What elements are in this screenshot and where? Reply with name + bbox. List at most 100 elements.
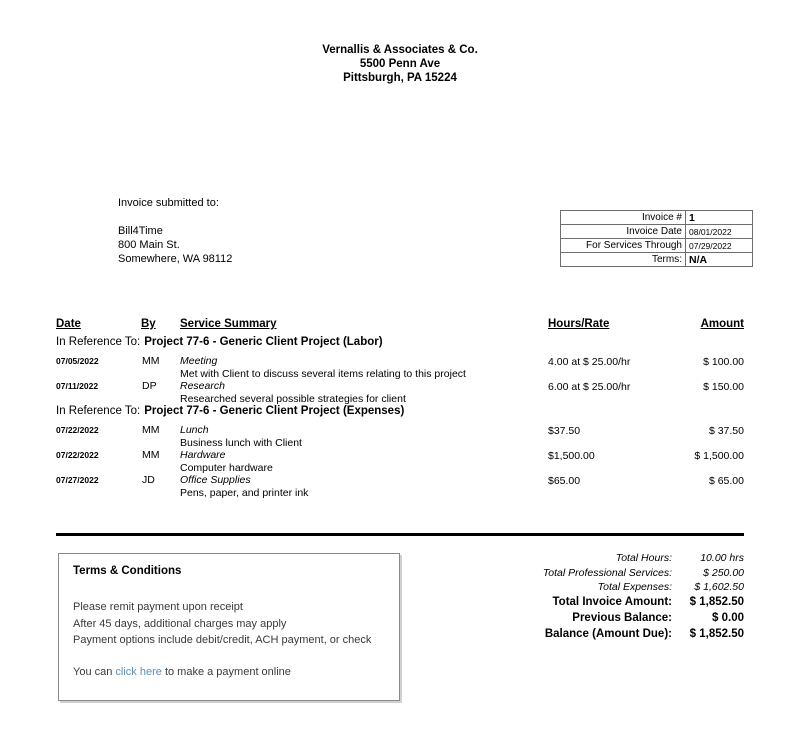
line-item-title: Office Supplies — [180, 474, 251, 486]
click-here-link[interactable]: click here — [115, 666, 161, 678]
line-item-title: Meeting — [180, 355, 218, 367]
column-header-service-summary: Service Summary — [180, 318, 277, 330]
line-item-date: 07/27/2022 — [56, 475, 99, 485]
company-address: 5500 Penn Ave — [359, 58, 441, 70]
total-row-balance-due: Balance (Amount Due): $ 1,852.50 — [543, 628, 744, 644]
previous-balance-value: $ 0.00 — [712, 611, 744, 624]
reference-label: In Reference To: — [56, 336, 141, 348]
bill-to-name: Bill4Time — [118, 225, 163, 237]
line-item-by: DP — [142, 380, 157, 392]
terms-line: Please remit payment upon receipt — [73, 601, 243, 613]
line-item-title: Hardware — [180, 449, 226, 461]
bill-to-city-state-zip: Somewhere, WA 98112 — [118, 253, 233, 265]
section-reference-labor: In Reference To: Project 77-6 - Generic C… — [56, 336, 744, 355]
previous-balance-label: Previous Balance: — [572, 611, 672, 624]
terms-title: Terms & Conditions — [73, 565, 182, 577]
line-item-date: 07/05/2022 — [56, 356, 99, 366]
line-item-row: 07/11/2022 DP Research Researched severa… — [56, 380, 744, 405]
services-through-value: 07/29/2022 — [685, 238, 753, 253]
line-item-description: Researched several possible strategies f… — [180, 393, 406, 405]
line-item-date: 07/22/2022 — [56, 425, 99, 435]
total-professional-services-label: Total Professional Services: — [542, 566, 672, 579]
project-name-expenses: Project 77-6 - Generic Client Project (E… — [144, 405, 405, 417]
line-item-title: Lunch — [180, 424, 209, 436]
invoice-meta-row-terms: Terms: N/A — [560, 252, 753, 267]
bill-to-block: Invoice submitted to: Bill4Time 800 Main… — [118, 196, 232, 266]
total-row-expenses: Total Expenses: $ 1,602.50 — [543, 581, 744, 596]
total-expenses-label: Total Expenses: — [597, 581, 672, 593]
invoice-number-value: 1 — [685, 210, 753, 225]
line-item-amount: $ 150.00 — [703, 381, 744, 393]
line-item-amount: $ 100.00 — [703, 356, 744, 368]
section-divider — [56, 533, 744, 536]
line-item-by: MM — [142, 449, 160, 461]
invoice-meta-table: Invoice # 1 Invoice Date 08/01/2022 For … — [560, 210, 753, 267]
invoice-document: Vernallis & Associates & Co. 5500 Penn A… — [0, 0, 800, 753]
line-item-row: 07/27/2022 JD Office Supplies Pens, pape… — [56, 474, 744, 499]
payment-suffix-text: to make a payment online — [161, 665, 291, 678]
total-hours-value: 10.00 hrs — [700, 552, 744, 564]
column-headers: Date By Service Summary Hours/Rate Amoun… — [56, 318, 744, 336]
balance-due-value: $ 1,852.50 — [689, 627, 744, 640]
section-reference-expenses: In Reference To: Project 77-6 - Generic C… — [56, 405, 744, 424]
project-name-labor: Project 77-6 - Generic Client Project (L… — [144, 336, 383, 348]
services-through-label: For Services Through — [560, 238, 686, 253]
total-expenses-value: $ 1,602.50 — [694, 581, 744, 593]
terms-line: After 45 days, additional charges may ap… — [73, 617, 287, 630]
column-header-amount: Amount — [700, 318, 744, 330]
payment-prefix-text: You can — [73, 665, 116, 678]
company-city-state-zip: Pittsburgh, PA 15224 — [343, 72, 457, 84]
terms-value: N/A — [685, 252, 753, 267]
column-header-date: Date — [56, 318, 81, 330]
total-professional-services-value: $ 250.00 — [703, 566, 744, 579]
total-row-previous-balance: Previous Balance: $ 0.00 — [543, 612, 744, 628]
total-hours-label: Total Hours: — [615, 552, 672, 564]
line-item-date: 07/11/2022 — [56, 381, 99, 391]
invoice-meta-row-services-through: For Services Through 07/29/2022 — [560, 238, 753, 253]
line-item-description: Computer hardware — [180, 462, 273, 474]
line-item-amount: $ 37.50 — [708, 425, 744, 437]
line-item-date: 07/22/2022 — [56, 450, 99, 460]
column-header-by: By — [141, 318, 156, 330]
line-item-hours-rate: $37.50 — [548, 425, 581, 437]
terms-and-conditions-box: Terms & Conditions Please remit payment … — [58, 553, 400, 701]
total-row-professional-services: Total Professional Services: $ 250.00 — [543, 567, 744, 582]
line-item-title: Research — [180, 380, 225, 392]
line-item-row: 07/22/2022 MM Hardware Computer hardware… — [56, 449, 744, 474]
total-row-invoice-amount: Total Invoice Amount: $ 1,852.50 — [543, 596, 744, 612]
invoice-meta-row-number: Invoice # 1 — [560, 210, 753, 225]
line-item-amount: $ 1,500.00 — [694, 450, 744, 462]
invoice-meta-row-date: Invoice Date 08/01/2022 — [560, 224, 753, 239]
online-payment-line: You can click here to make a payment onl… — [73, 666, 385, 678]
terms-line: Payment options include debit/credit, AC… — [73, 634, 372, 646]
line-item-hours-rate: $1,500.00 — [548, 450, 595, 462]
total-invoice-amount-label: Total Invoice Amount: — [552, 595, 672, 608]
balance-due-label: Balance (Amount Due): — [544, 627, 672, 640]
line-item-by: JD — [142, 474, 155, 486]
invoice-number-label: Invoice # — [560, 210, 686, 225]
line-item-description: Pens, paper, and printer ink — [180, 487, 309, 499]
company-header: Vernallis & Associates & Co. 5500 Penn A… — [0, 43, 800, 85]
totals-block: Total Hours: 10.00 hrs Total Professional… — [543, 552, 744, 644]
line-item-description: Met with Client to discuss several items… — [180, 368, 466, 380]
line-item-hours-rate: 4.00 at $ 25.00/hr — [548, 356, 631, 368]
line-item-amount: $ 65.00 — [708, 475, 744, 487]
bill-to-street: 800 Main St. — [118, 239, 180, 251]
terms-label: Terms: — [560, 252, 686, 267]
reference-label: In Reference To: — [56, 405, 141, 417]
line-item-description: Business lunch with Client — [180, 437, 302, 449]
invoice-date-value: 08/01/2022 — [685, 224, 753, 239]
company-name: Vernallis & Associates & Co. — [322, 44, 478, 56]
line-item-row: 07/05/2022 MM Meeting Met with Client to… — [56, 355, 744, 380]
line-item-row: 07/22/2022 MM Lunch Business lunch with … — [56, 424, 744, 449]
total-row-hours: Total Hours: 10.00 hrs — [543, 552, 744, 567]
line-item-hours-rate: $65.00 — [548, 475, 581, 487]
column-header-hours-rate: Hours/Rate — [548, 318, 610, 330]
line-items-region: Date By Service Summary Hours/Rate Amoun… — [56, 318, 744, 499]
line-item-hours-rate: 6.00 at $ 25.00/hr — [548, 381, 631, 393]
bill-to-heading: Invoice submitted to: — [118, 197, 219, 209]
line-item-by: MM — [142, 355, 160, 367]
invoice-date-label: Invoice Date — [560, 224, 686, 239]
line-item-by: MM — [142, 424, 160, 436]
total-invoice-amount-value: $ 1,852.50 — [689, 595, 744, 608]
